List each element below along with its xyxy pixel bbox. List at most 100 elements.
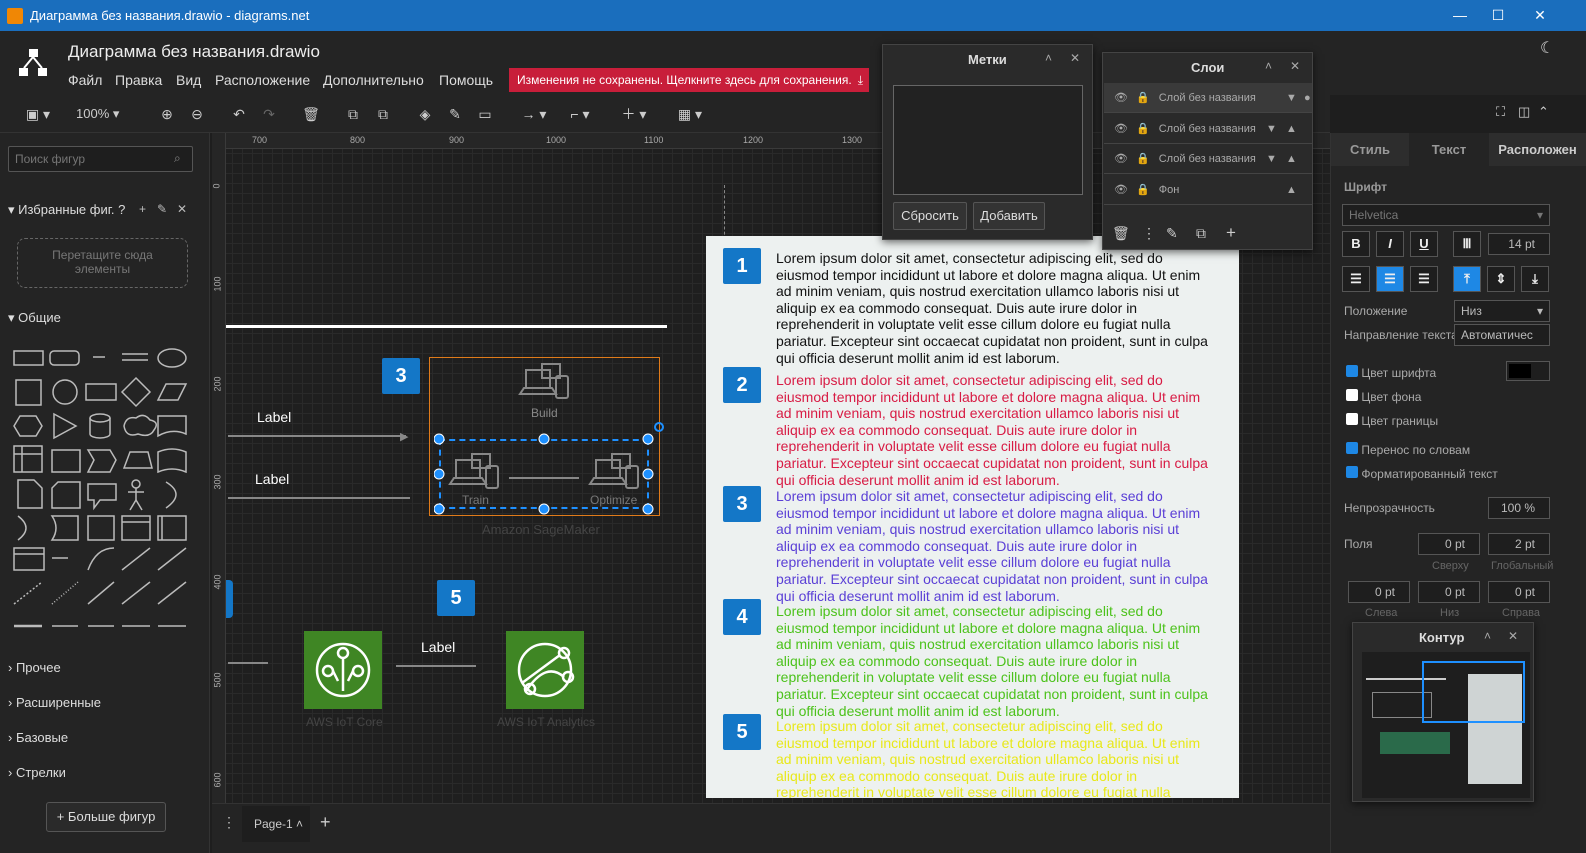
to-front-icon[interactable]: ⧉ xyxy=(342,103,364,125)
category-arrows[interactable]: › Стрелки xyxy=(8,765,66,780)
spacing-global-input[interactable]: 2 pt xyxy=(1488,533,1550,555)
category-advanced[interactable]: › Расширенные xyxy=(8,695,101,710)
tags-collapse-icon[interactable]: ˄ xyxy=(1045,51,1052,65)
collapsed-shape[interactable] xyxy=(226,580,233,618)
font-family-select[interactable]: Helvetica ▾ xyxy=(1342,204,1550,226)
line-color-icon[interactable]: ✎ xyxy=(444,103,466,125)
redo-icon[interactable]: ↷ xyxy=(258,103,280,125)
layer-row[interactable]: 👁 🔒 Слой без названия ▼ ● xyxy=(1104,83,1312,113)
add-page-icon[interactable]: + xyxy=(320,812,331,833)
line-edge[interactable] xyxy=(228,497,410,499)
position-select[interactable]: Низ ▾ xyxy=(1454,300,1550,322)
tab-arrange[interactable]: Расположен xyxy=(1489,133,1586,166)
spacing-left-input[interactable]: 0 pt xyxy=(1348,581,1410,603)
bg-color-option[interactable]: Цвет фона xyxy=(1346,389,1421,404)
duplicate-layer-icon[interactable]: ⧉ xyxy=(1196,225,1206,242)
collapse-icon[interactable]: ⌃ xyxy=(1538,104,1549,120)
layers-close-icon[interactable]: ✕ xyxy=(1290,59,1300,73)
insert-icon[interactable]: ＋ ▾ xyxy=(616,103,652,125)
lock-icon[interactable]: 🔒 xyxy=(1136,92,1150,104)
pages-menu-icon[interactable]: ⋮ xyxy=(222,814,236,831)
word-wrap-checkbox[interactable] xyxy=(1346,442,1358,454)
to-back-icon[interactable]: ⧉ xyxy=(372,103,394,125)
spacing-right-input[interactable]: 0 pt xyxy=(1488,581,1550,603)
direction-select[interactable]: Автоматичес xyxy=(1454,324,1550,346)
reset-tags-button[interactable]: Сбросить xyxy=(893,202,967,230)
page-tab[interactable]: Page-1 ˄ xyxy=(242,806,310,842)
align-center-icon[interactable]: ☰ xyxy=(1376,266,1404,292)
search-icon[interactable]: ⌕ xyxy=(174,151,181,166)
aws-iot-analytics-icon[interactable] xyxy=(506,631,584,709)
fullscreen-icon[interactable]: ⛶ xyxy=(1496,104,1505,120)
align-bottom-icon[interactable]: ⤓ xyxy=(1521,266,1549,292)
lock-icon[interactable]: 🔒 xyxy=(1136,184,1150,196)
shadow-icon[interactable]: ▭ xyxy=(474,103,496,125)
spacing-bottom-input[interactable]: 0 pt xyxy=(1418,581,1480,603)
edit-favorite-icon[interactable]: ✎ xyxy=(157,202,167,216)
menu-extras[interactable]: Дополнительно xyxy=(323,72,424,88)
arrow-edge[interactable] xyxy=(396,665,476,667)
dark-mode-icon[interactable]: ☾ xyxy=(1540,38,1554,58)
delete-icon[interactable]: 🗑 xyxy=(300,103,322,125)
general-shapes-palette[interactable] xyxy=(10,342,195,642)
fill-color-icon[interactable]: ◈ xyxy=(414,103,436,125)
menu-view[interactable]: Вид xyxy=(176,72,201,88)
font-color-swatch[interactable] xyxy=(1506,361,1550,381)
layer-menu-icon[interactable]: ⋮ xyxy=(1142,225,1156,242)
category-misc[interactable]: › Прочее xyxy=(8,660,61,675)
general-section-header[interactable]: ▾ Общие xyxy=(8,310,61,326)
shape-search-input[interactable] xyxy=(8,146,193,172)
font-color-option[interactable]: Цвет шрифта xyxy=(1346,365,1436,380)
table-icon[interactable]: ▦ ▾ xyxy=(672,103,708,125)
menu-edit[interactable]: Правка xyxy=(115,72,162,88)
document-title[interactable]: Диаграмма без названия.drawio xyxy=(68,42,320,62)
underline-button[interactable]: U xyxy=(1410,231,1438,257)
align-middle-icon[interactable]: ⇕ xyxy=(1487,266,1515,292)
formatted-text-checkbox[interactable] xyxy=(1346,466,1358,478)
lock-icon[interactable]: 🔒 xyxy=(1136,123,1150,135)
formatted-text-option[interactable]: Форматированный текст xyxy=(1346,466,1498,481)
align-left-icon[interactable]: ☰ xyxy=(1342,266,1370,292)
connection-icon[interactable]: → ▾ xyxy=(516,103,552,125)
step-badge[interactable]: 5 xyxy=(437,580,475,616)
menu-help[interactable]: Помощь xyxy=(439,72,493,88)
layer-row[interactable]: 👁 🔒 Слой без названия ▼ ▲ xyxy=(1104,144,1312,174)
aws-iot-core-icon[interactable] xyxy=(304,631,382,709)
edit-layer-icon[interactable]: ✎ xyxy=(1166,225,1178,242)
close-window-button[interactable]: ✕ xyxy=(1520,5,1560,27)
border-color-checkbox[interactable] xyxy=(1346,413,1358,425)
panel-toggle-icon[interactable]: ◫ xyxy=(1518,104,1530,120)
category-basic[interactable]: › Базовые xyxy=(8,730,68,745)
unsaved-changes-banner[interactable]: Изменения не сохранены. Щелкните здесь д… xyxy=(509,68,869,92)
menu-arrange[interactable]: Расположение xyxy=(215,72,310,88)
bold-button[interactable]: B xyxy=(1342,231,1370,257)
eye-icon[interactable]: 👁 xyxy=(1114,92,1128,104)
italic-button[interactable]: I xyxy=(1376,231,1404,257)
eye-icon[interactable]: 👁 xyxy=(1114,123,1128,135)
waypoints-icon[interactable]: ⌐ ▾ xyxy=(562,103,598,125)
undo-icon[interactable]: ↶ xyxy=(228,103,250,125)
move-down-icon[interactable]: ▼ xyxy=(1266,114,1277,144)
tags-close-icon[interactable]: ✕ xyxy=(1070,51,1080,65)
tab-style[interactable]: Стиль xyxy=(1331,133,1409,166)
format-panel-toggle-icon[interactable]: ▣ ▾ xyxy=(20,103,56,125)
move-down-icon[interactable]: ▼ xyxy=(1266,144,1277,174)
eye-icon[interactable]: 👁 xyxy=(1114,153,1128,165)
bg-color-checkbox[interactable] xyxy=(1346,389,1358,401)
tab-text[interactable]: Текст xyxy=(1409,133,1489,166)
delete-layer-icon[interactable]: 🗑 xyxy=(1112,225,1130,242)
opacity-input[interactable]: 100 % xyxy=(1488,497,1550,519)
horizontal-line-shape[interactable] xyxy=(226,325,667,328)
selection-handles[interactable] xyxy=(434,420,668,520)
favorites-header[interactable]: ▾ Избранные фиг. ? xyxy=(8,202,125,218)
favorites-drop-zone[interactable]: Перетащите сюда элементы xyxy=(17,238,188,288)
layers-collapse-icon[interactable]: ˄ xyxy=(1265,59,1272,73)
add-tag-button[interactable]: Добавить xyxy=(973,202,1045,230)
add-layer-icon[interactable]: + xyxy=(1226,223,1236,243)
spacing-top-input[interactable]: 0 pt xyxy=(1418,533,1480,555)
maximize-button[interactable]: ☐ xyxy=(1478,5,1518,27)
more-shapes-button[interactable]: + Больше фигур xyxy=(46,802,166,832)
zoom-out-icon[interactable]: ⊖ xyxy=(186,103,208,125)
outline-collapse-icon[interactable]: ˄ xyxy=(1484,629,1491,643)
zoom-in-icon[interactable]: ⊕ xyxy=(156,103,178,125)
